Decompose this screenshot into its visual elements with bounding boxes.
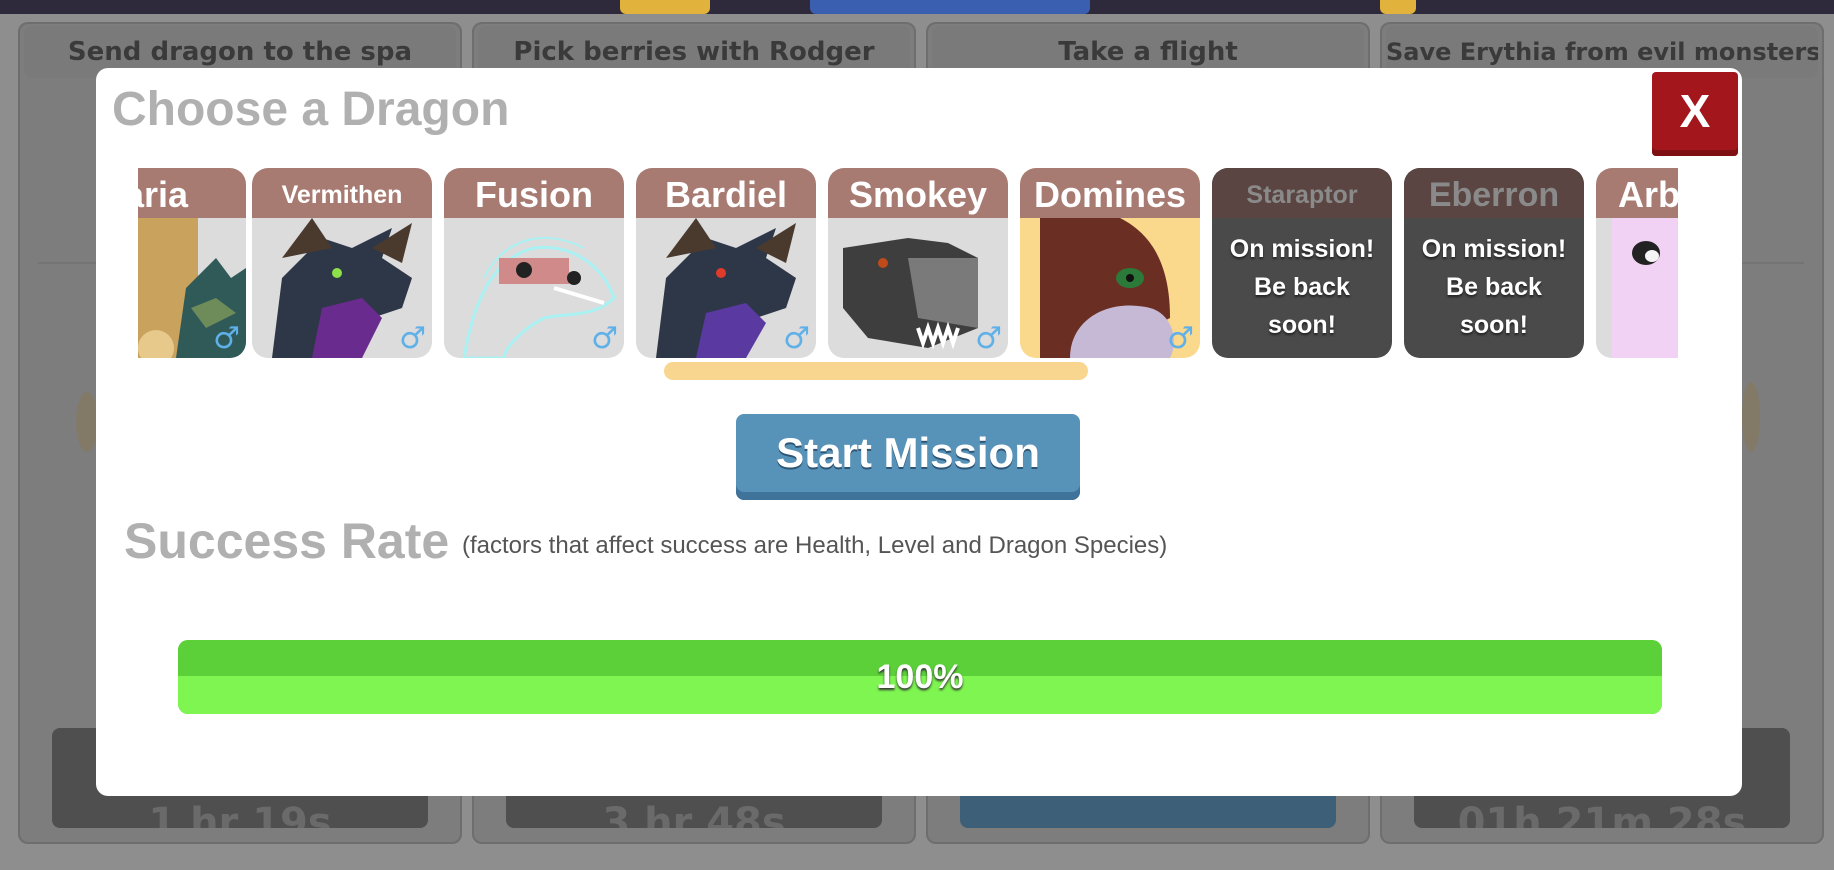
marker-icon bbox=[1742, 382, 1760, 452]
carousel-scrollbar[interactable] bbox=[664, 362, 1088, 380]
dragon-name: Staraptor bbox=[1212, 168, 1392, 218]
dragon-name: aria bbox=[138, 168, 246, 218]
dragon-carousel[interactable]: aria ♂ Vermithen ♂ Fusion bbox=[138, 168, 1678, 390]
dragon-card-eberron: Eberron On mission! Be back soon! bbox=[1404, 168, 1584, 358]
male-icon: ♂ bbox=[591, 321, 618, 356]
choose-dragon-dialog: Choose a Dragon X aria ♂ Vermithen bbox=[96, 68, 1742, 796]
dragon-card-smokey[interactable]: Smokey ♂ bbox=[828, 168, 1008, 358]
dragon-name: Smokey bbox=[828, 168, 1008, 218]
male-icon: ♂ bbox=[213, 321, 240, 356]
success-rate-value: 100% bbox=[876, 658, 964, 696]
dragon-card-staraptor: Staraptor On mission! Be back soon! bbox=[1212, 168, 1392, 358]
dragon-name: Eberron bbox=[1404, 168, 1584, 218]
start-mission-button[interactable]: Start Mission bbox=[736, 414, 1080, 500]
dragon-card-bardiel[interactable]: Bardiel ♂ bbox=[636, 168, 816, 358]
dragon-card-fusion[interactable]: Fusion ♂ bbox=[444, 168, 624, 358]
dragon-name: Domines bbox=[1020, 168, 1200, 218]
dragon-card-vermithen[interactable]: Vermithen ♂ bbox=[252, 168, 432, 358]
dragon-name: Bardiel bbox=[636, 168, 816, 218]
close-button[interactable]: X bbox=[1652, 72, 1738, 156]
male-icon: ♂ bbox=[783, 321, 810, 356]
dragon-card-aria[interactable]: aria ♂ bbox=[138, 168, 246, 358]
on-mission-label: On mission! Be back soon! bbox=[1421, 235, 1567, 339]
dragon-card-arb[interactable]: Arb bbox=[1596, 168, 1678, 358]
on-mission-label: On mission! Be back soon! bbox=[1229, 235, 1375, 339]
dragon-card-domines[interactable]: Domines ♂ bbox=[1020, 168, 1200, 358]
marker-icon bbox=[76, 392, 98, 452]
male-icon: ♂ bbox=[399, 321, 426, 356]
success-rate-bar: 100% bbox=[178, 640, 1662, 714]
dragon-name: Arb bbox=[1596, 168, 1678, 218]
success-rate-note: (factors that affect success are Health,… bbox=[462, 532, 1168, 559]
top-banner bbox=[0, 0, 1834, 14]
dragon-name: Vermithen bbox=[252, 168, 432, 218]
dragon-portrait bbox=[1612, 218, 1678, 358]
dialog-title: Choose a Dragon bbox=[112, 83, 510, 136]
male-icon: ♂ bbox=[975, 321, 1002, 356]
dragon-name: Fusion bbox=[444, 168, 624, 218]
male-icon: ♂ bbox=[1167, 321, 1194, 356]
success-rate-title: Success Rate bbox=[124, 513, 450, 569]
